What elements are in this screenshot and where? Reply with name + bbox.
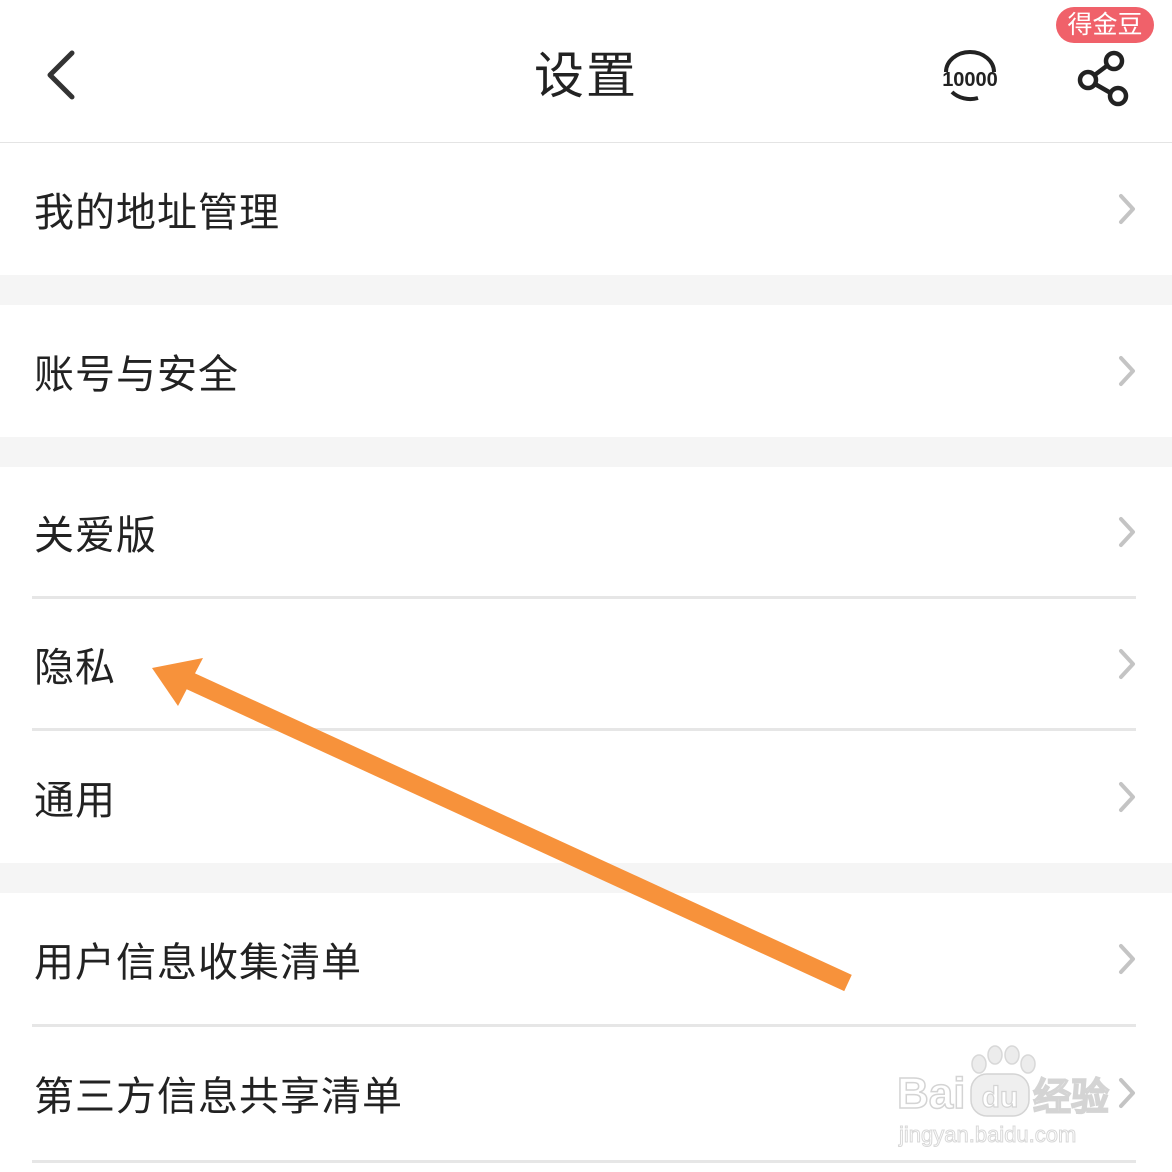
settings-row-user-info-list[interactable]: 用户信息收集清单 [0, 893, 1172, 1024]
customer-service-button[interactable]: 10000 [938, 48, 1002, 108]
chevron-right-icon [1119, 649, 1135, 679]
row-label: 通用 [34, 778, 116, 824]
row-label: 用户信息收集清单 [34, 939, 362, 986]
settings-row-address[interactable]: 我的地址管理 [0, 143, 1172, 275]
watermark-du: du [982, 1081, 1019, 1114]
settings-row-privacy[interactable]: 隐私 [0, 599, 1172, 729]
settings-row-account-security[interactable]: 账号与安全 [0, 305, 1172, 437]
chevron-right-icon [1119, 194, 1135, 224]
row-label: 账号与安全 [34, 352, 239, 398]
settings-row-general[interactable]: 通用 [0, 731, 1172, 863]
share-icon [1077, 50, 1129, 107]
chevron-right-icon [1119, 1078, 1135, 1108]
gold-bean-badge[interactable]: 得金豆 [1056, 7, 1154, 43]
chevron-right-icon [1119, 356, 1135, 386]
row-divider [32, 1160, 1136, 1163]
section-gap [0, 437, 1172, 467]
watermark-brand: Bai [897, 1069, 965, 1118]
chevron-right-icon [1119, 782, 1135, 812]
row-label: 第三方信息共享清单 [34, 1074, 403, 1120]
baidu-jingyan-watermark: Bai du 经验 jingyan.baidu.com [895, 1040, 1115, 1150]
chevron-right-icon [1119, 517, 1135, 547]
row-label: 隐私 [34, 645, 116, 691]
watermark-url: jingyan.baidu.com [898, 1122, 1076, 1147]
row-label: 我的地址管理 [34, 190, 280, 236]
watermark-product: 经验 [1033, 1075, 1109, 1119]
settings-row-care-mode[interactable]: 关爱版 [0, 467, 1172, 597]
service-number-text: 10000 [942, 69, 998, 91]
paw-icon [971, 1045, 1036, 1074]
chevron-right-icon [1119, 944, 1135, 974]
section-gap [0, 863, 1172, 893]
share-button[interactable] [1074, 48, 1134, 108]
customer-service-10000-icon: 10000 [942, 50, 998, 102]
section-gap [0, 275, 1172, 305]
row-label: 关爱版 [34, 513, 157, 559]
top-bar: 设置 10000 得金豆 [0, 0, 1172, 143]
